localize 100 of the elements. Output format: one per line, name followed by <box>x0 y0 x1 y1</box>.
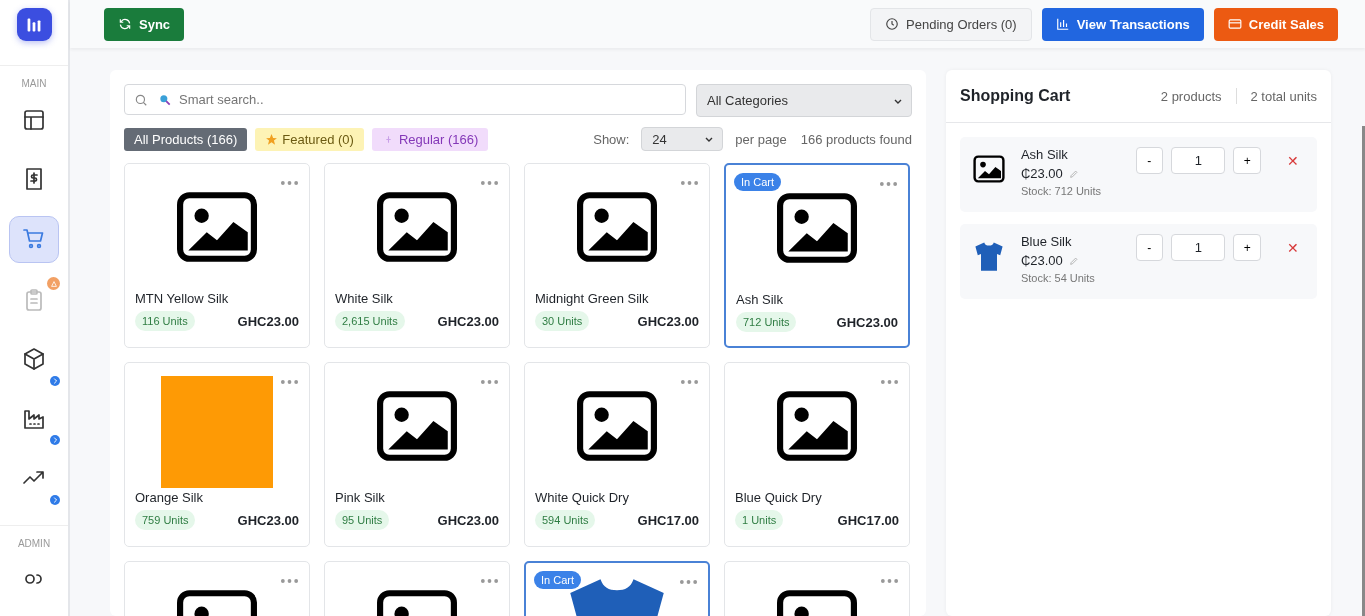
star-icon <box>265 132 279 146</box>
image-placeholder-icon <box>576 389 658 462</box>
image-placeholder-icon <box>576 190 658 263</box>
remove-item-button[interactable]: ✕ <box>1281 147 1305 174</box>
product-card[interactable]: In Cart <box>524 561 710 616</box>
in-cart-badge: In Cart <box>734 173 781 191</box>
cart-item-name: Ash Silk <box>1020 147 1069 162</box>
more-options-icon[interactable] <box>280 379 299 385</box>
chevron-badge-icon <box>50 494 60 505</box>
warning-badge-icon <box>47 277 60 291</box>
product-name: MTN Yellow Silk <box>135 291 230 306</box>
more-options-icon[interactable] <box>880 379 899 385</box>
product-name: Pink Silk <box>335 490 386 505</box>
increase-quantity-button[interactable]: + <box>1233 234 1261 261</box>
stock-units-pill: 594 Units <box>535 510 596 530</box>
product-price: GHC23.00 <box>237 512 299 528</box>
product-price: GHC17.00 <box>837 512 899 528</box>
filter-tab[interactable]: All Products (166) <box>124 127 248 151</box>
increase-quantity-button[interactable]: + <box>1233 147 1261 174</box>
product-price: GHC23.00 <box>637 313 699 329</box>
more-options-icon[interactable] <box>679 579 698 585</box>
more-options-icon[interactable] <box>280 180 299 186</box>
product-card[interactable]: White Quick Dry 594 Units GHC17.00 <box>524 362 710 547</box>
more-options-icon[interactable] <box>880 578 899 584</box>
category-dropdown[interactable]: All Categories <box>696 84 912 117</box>
magnifier-icon <box>158 93 172 107</box>
cart-item-price: ₵23.00 <box>1020 166 1063 181</box>
product-name: White Quick Dry <box>535 490 630 505</box>
product-name: Blue Quick Dry <box>735 490 823 505</box>
more-options-icon[interactable] <box>480 379 499 385</box>
more-options-icon[interactable] <box>879 181 898 187</box>
pending-orders-button[interactable]: Pending Orders (0) <box>870 7 1032 41</box>
remove-item-button[interactable]: ✕ <box>1281 234 1305 261</box>
sync-button[interactable]: Sync <box>104 7 185 41</box>
more-options-icon[interactable] <box>680 379 699 385</box>
filter-tab[interactable]: Featured (0) <box>255 127 364 151</box>
product-price: GHC23.00 <box>437 313 499 329</box>
show-label: Show: <box>593 131 630 147</box>
clock-icon <box>885 17 900 31</box>
search-icon <box>134 93 148 107</box>
product-price: GHC23.00 <box>237 313 299 329</box>
stock-units-pill: 712 Units <box>736 312 797 332</box>
stock-units-pill: 759 Units <box>135 510 196 530</box>
refresh-icon <box>118 17 132 31</box>
products-found-count: 166 products found <box>800 131 912 147</box>
more-options-icon[interactable] <box>480 180 499 186</box>
search-field[interactable]: Smart search.. <box>124 84 686 115</box>
product-name: White Silk <box>335 291 394 306</box>
product-price: GHC23.00 <box>836 314 898 330</box>
per-page-label: per page <box>735 131 787 147</box>
edit-pencil-icon[interactable] <box>1068 255 1079 266</box>
quantity-field[interactable]: 1 <box>1171 234 1226 261</box>
chevron-badge-icon <box>50 375 60 386</box>
stock-units-pill: 116 Units <box>135 311 195 331</box>
product-card[interactable]: Blue Quick Dry 1 Units GHC17.00 <box>724 362 910 547</box>
cart-unit-count: 2 total units <box>1250 88 1317 104</box>
cart-item-name: Blue Silk <box>1020 234 1073 249</box>
product-name: Orange Silk <box>135 490 204 505</box>
product-name: Midnight Green Silk <box>535 291 650 306</box>
image-placeholder-icon <box>776 191 858 264</box>
bar-chart-icon <box>1055 17 1070 31</box>
quantity-field[interactable]: 1 <box>1171 147 1226 174</box>
in-cart-badge: In Cart <box>534 571 581 589</box>
product-card[interactable]: White Silk 2,615 Units GHC23.00 <box>324 163 510 348</box>
product-card[interactable]: MTN Yellow Silk 116 Units GHC23.00 <box>124 163 310 348</box>
cart-title: Shopping Cart <box>960 87 1071 105</box>
decrease-quantity-button[interactable]: - <box>1135 234 1164 261</box>
product-card[interactable]: Orange Silk 759 Units GHC23.00 <box>124 362 310 547</box>
section-label: MAIN <box>0 65 68 90</box>
more-options-icon[interactable] <box>680 180 699 186</box>
image-placeholder-icon <box>176 190 258 263</box>
cart-item-price: ₵23.00 <box>1020 253 1063 268</box>
layout-icon <box>22 107 46 132</box>
stock-units-pill: 95 Units <box>335 510 390 530</box>
more-options-icon[interactable] <box>280 578 299 584</box>
image-placeholder-icon <box>776 389 858 462</box>
section-label: ADMIN <box>0 524 68 549</box>
product-name: Ash Silk <box>736 292 784 307</box>
image-placeholder-icon <box>973 153 1006 185</box>
cart-item-stock: Stock: 712 Units <box>1020 185 1102 197</box>
product-price: GHC23.00 <box>437 512 499 528</box>
edit-pencil-icon[interactable] <box>1068 168 1079 179</box>
image-placeholder-icon <box>376 190 458 263</box>
per-page-dropdown[interactable]: 24 <box>641 127 724 151</box>
product-price: GHC17.00 <box>637 512 699 528</box>
credit-card-icon <box>1227 17 1242 31</box>
product-card[interactable]: Pink Silk 95 Units GHC23.00 <box>324 362 510 547</box>
cart-item-stock: Stock: 54 Units <box>1020 272 1096 284</box>
filter-tab[interactable]: Regular (166) <box>371 127 489 151</box>
view-transactions-button[interactable]: View Transactions <box>1041 7 1204 41</box>
product-card[interactable]: In Cart Ash Silk 712 Units GHC23.00 <box>724 163 910 348</box>
more-options-icon[interactable] <box>480 578 499 584</box>
cart-product-count: 2 products <box>1160 88 1222 104</box>
box-icon <box>22 347 46 372</box>
stock-units-pill: 1 Units <box>735 510 784 530</box>
app-logo[interactable] <box>16 8 52 42</box>
t-shirt-image <box>973 240 1006 272</box>
image-placeholder-icon <box>376 389 458 462</box>
product-card[interactable]: Midnight Green Silk 30 Units GHC23.00 <box>524 163 710 348</box>
decrease-quantity-button[interactable]: - <box>1135 147 1164 174</box>
